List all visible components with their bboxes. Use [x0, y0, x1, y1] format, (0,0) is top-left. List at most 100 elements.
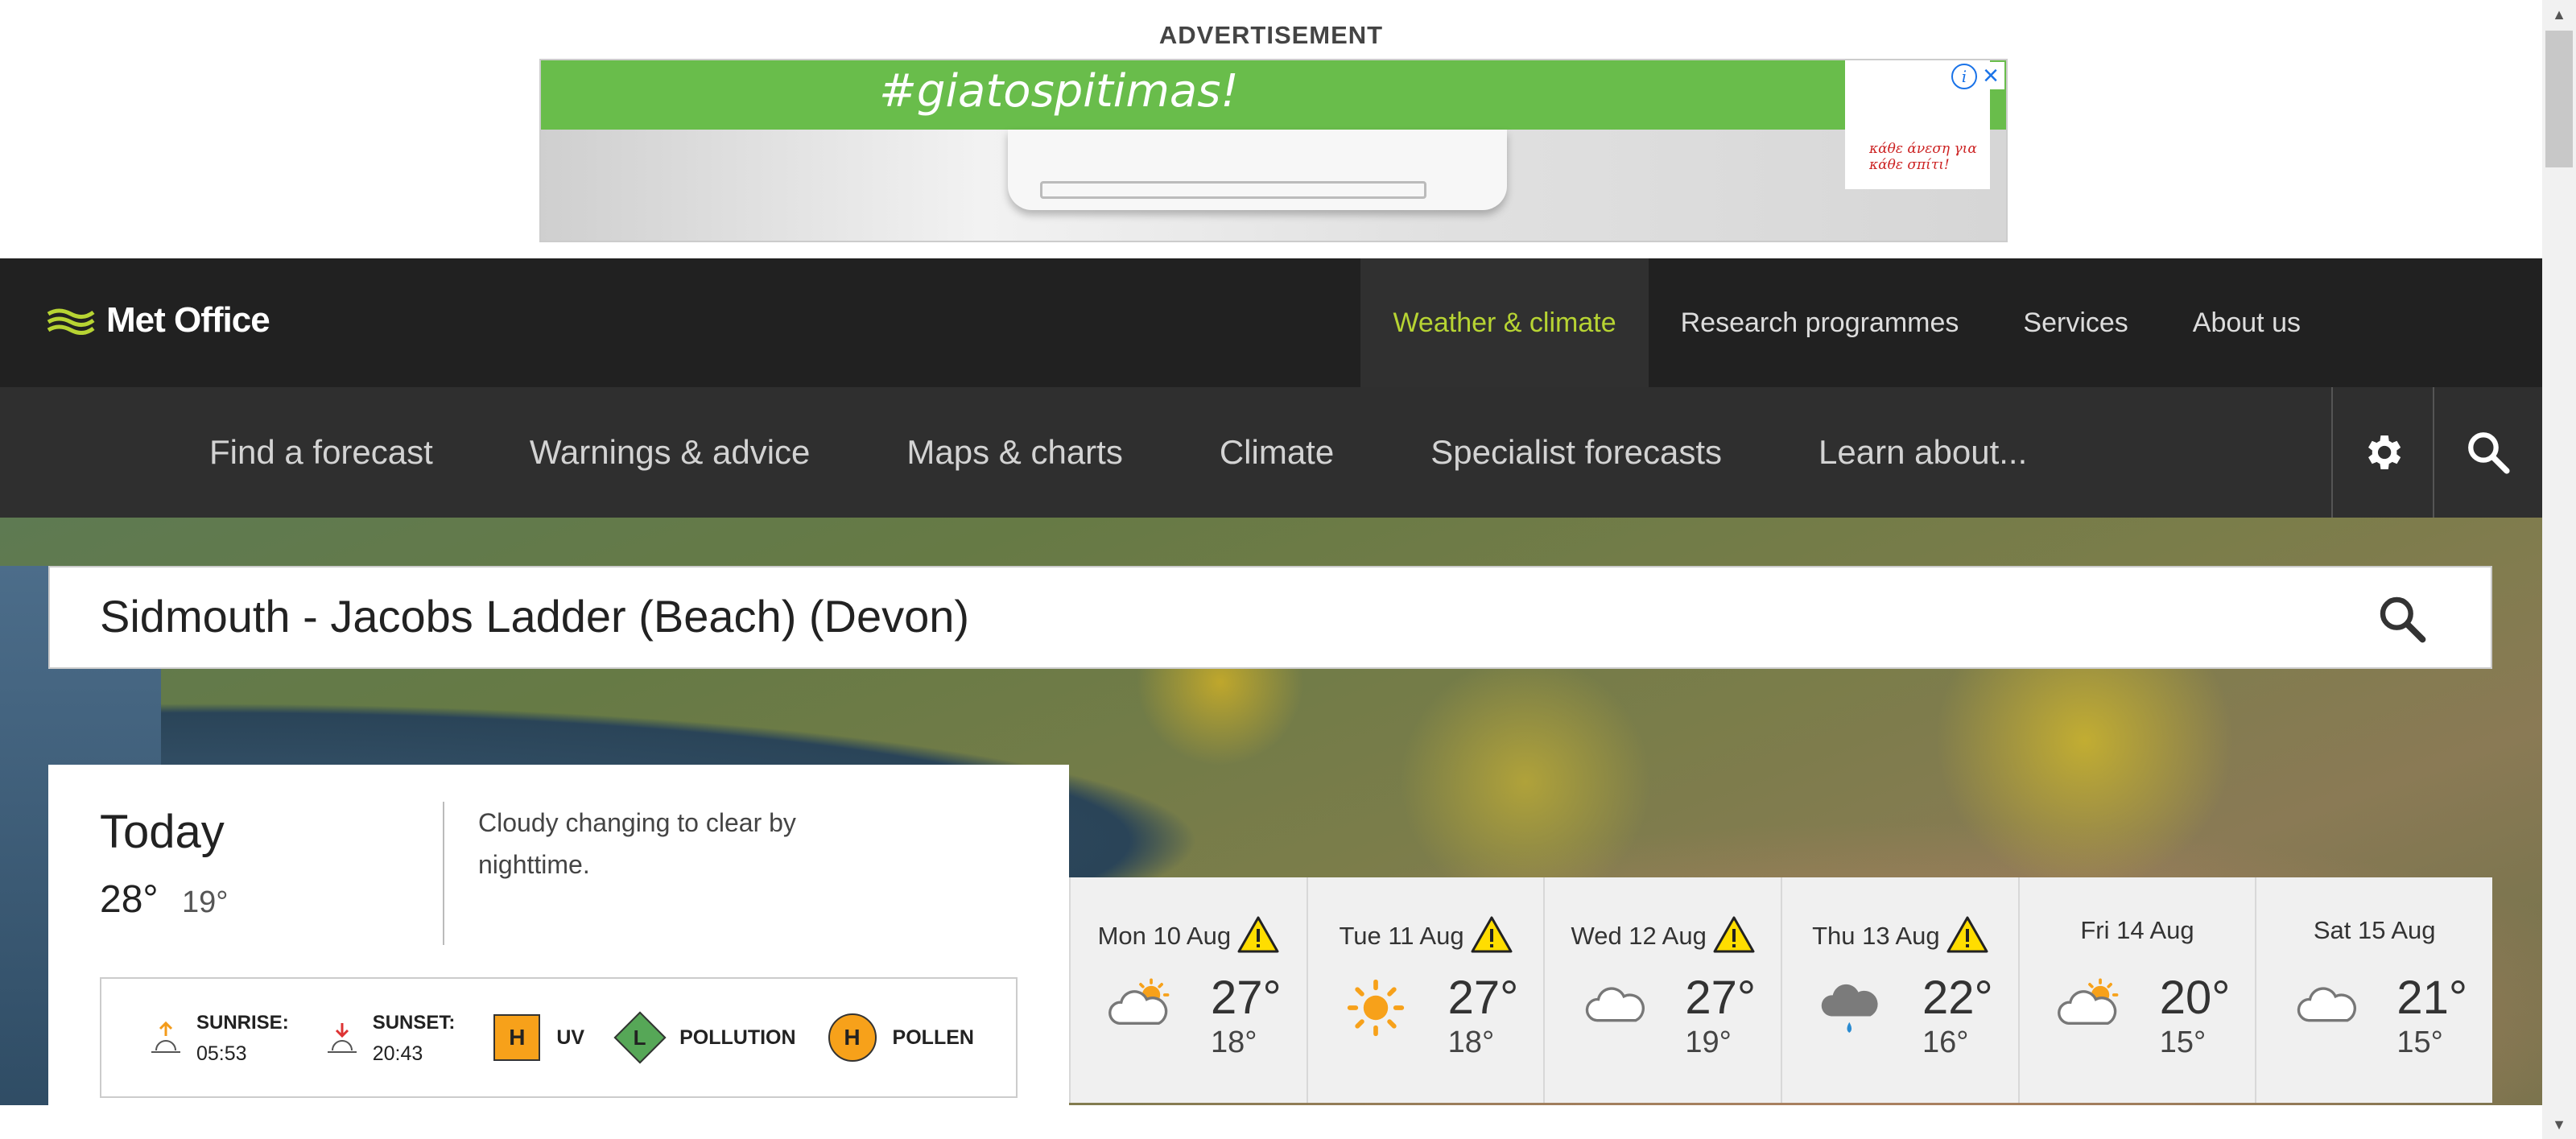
sunset-time: 20:43: [372, 1042, 423, 1065]
forecast-high-temp: 21°: [2396, 972, 2468, 1024]
sunrise-info: SUNRISE: 05:53: [150, 1007, 289, 1069]
forecast-day-label: Thu 13 Aug: [1812, 922, 1940, 951]
sunrise-time: 05:53: [196, 1042, 247, 1065]
scroll-thumb[interactable]: [2545, 31, 2573, 167]
cloudy-icon: [2293, 977, 2359, 1038]
today-low-temp: 19°: [182, 885, 229, 919]
primary-nav: Weather & climate Research programmes Se…: [1360, 258, 2542, 387]
ad-green-strip: #giatospitimas!: [541, 60, 2006, 130]
sunrise-icon: [151, 1021, 180, 1053]
location-search-field[interactable]: Sidmouth - Jacobs Ladder (Beach) (Devon): [48, 566, 2492, 669]
forecast-day-tab[interactable]: Sat 15 Aug 21° 15°: [2255, 877, 2493, 1103]
sunny-icon: [1345, 977, 1406, 1042]
location-search-icon[interactable]: [2376, 593, 2428, 645]
cloudy-icon: [1582, 977, 1648, 1038]
forecast-low-temp: 18°: [1447, 1026, 1495, 1059]
top-navigation-bar: Met Office Weather & climate Research pr…: [0, 258, 2542, 387]
search-toggle-button[interactable]: [2433, 387, 2542, 518]
ad-info-icon[interactable]: i: [1951, 64, 1977, 89]
forecast-day-name: Thu 13 Aug: [1782, 916, 2018, 959]
ad-brand-text: κάθε άνεση για κάθε σπίτι!: [1869, 141, 1977, 173]
nav-warnings-advice[interactable]: Warnings & advice: [481, 387, 859, 518]
light-rain-icon: [1819, 977, 1885, 1047]
forecast-high-temp: 27°: [1447, 972, 1519, 1024]
forecast-low-temp: 15°: [2159, 1026, 2207, 1059]
forecast-day-name: Wed 12 Aug: [1545, 916, 1781, 959]
forecast-low-temp: 19°: [1685, 1026, 1732, 1059]
uv-label: UV: [556, 1026, 585, 1049]
nav-weather-climate[interactable]: Weather & climate: [1360, 258, 1649, 387]
warning-icon[interactable]: [1471, 916, 1513, 959]
sunset-label: SUNSET:: [372, 1011, 456, 1034]
today-title: Today: [100, 806, 225, 858]
forecast-day-label: Tue 11 Aug: [1339, 922, 1464, 951]
location-search-value: Sidmouth - Jacobs Ladder (Beach) (Devon): [100, 591, 970, 642]
forecast-day-tab[interactable]: Wed 12 Aug 27° 19°: [1543, 877, 1781, 1103]
forecast-day-tab[interactable]: Mon 10 Aug 27° 18°: [1069, 877, 1307, 1103]
forecast-day-name: Tue 11 Aug: [1308, 916, 1544, 959]
met-office-logo[interactable]: Met Office: [47, 300, 270, 340]
forecast-high-temp: 27°: [1685, 972, 1757, 1024]
pollen-index[interactable]: H POLLEN: [828, 1013, 974, 1062]
nav-maps-charts[interactable]: Maps & charts: [858, 387, 1170, 518]
uv-level-badge: H: [493, 1014, 541, 1061]
nav-learn-about[interactable]: Learn about...: [1770, 387, 2075, 518]
forecast-day-label: Mon 10 Aug: [1097, 922, 1232, 951]
ad-close-icon[interactable]: ×: [1977, 62, 2004, 89]
ad-tagline: #giatospitimas!: [879, 65, 1239, 118]
today-info-box: SUNRISE: 05:53 SUNSET: 20:43 H UV L POLL…: [100, 977, 1018, 1098]
ad-label: ADVERTISEMENT: [1158, 21, 1384, 49]
today-divider: [443, 802, 444, 945]
sunset-icon: [327, 1023, 357, 1053]
pollution-level-badge: L: [613, 1011, 667, 1064]
sunny-intervals-icon: [1108, 977, 1174, 1038]
warning-icon[interactable]: [1713, 916, 1755, 959]
uv-index[interactable]: H UV: [493, 1014, 584, 1061]
today-high-temp: 28°: [100, 878, 159, 921]
forecast-high-temp: 22°: [1922, 972, 1993, 1024]
secondary-nav: Find a forecast Warnings & advice Maps &…: [161, 387, 2075, 518]
search-icon: [2468, 432, 2510, 474]
forecast-day-label: Sat 15 Aug: [2313, 916, 2436, 944]
gear-icon: [2368, 435, 2401, 469]
forecast-day-tab[interactable]: Thu 13 Aug 22° 16°: [1781, 877, 2018, 1103]
warning-icon[interactable]: [1237, 916, 1279, 959]
warning-icon[interactable]: [1946, 916, 1988, 959]
forecast-days: Mon 10 Aug 27° 18° Tue 11 Aug 27° 18° Wed 12 A…: [1069, 877, 2493, 1103]
advertisement-banner[interactable]: #giatospitimas! κάθε άνεση για κάθε σπίτ…: [539, 59, 2008, 242]
pollution-level: L: [634, 1025, 647, 1050]
settings-button[interactable]: [2331, 387, 2433, 518]
page-scrollbar[interactable]: ▲ ▼: [2542, 0, 2576, 1139]
pollen-level-badge: H: [828, 1013, 877, 1062]
forecast-low-temp: 15°: [2396, 1026, 2443, 1059]
nav-research-programmes[interactable]: Research programmes: [1649, 258, 1992, 387]
sunny-intervals-icon: [2057, 977, 2123, 1038]
logo-text: Met Office: [106, 300, 270, 340]
nav-specialist-forecasts[interactable]: Specialist forecasts: [1382, 387, 1770, 518]
today-description: Cloudy changing to clear by nighttime.: [478, 808, 796, 879]
pollen-label: POLLEN: [892, 1026, 974, 1049]
forecast-day-label: Wed 12 Aug: [1571, 922, 1707, 951]
forecast-day-name: Sat 15 Aug: [2256, 916, 2492, 945]
forecast-day-name: Fri 14 Aug: [2020, 916, 2256, 945]
pollution-label: POLLUTION: [679, 1026, 796, 1049]
forecast-day-label: Fri 14 Aug: [2080, 916, 2194, 944]
scroll-down-arrow[interactable]: ▼: [2542, 1110, 2576, 1139]
nav-services[interactable]: Services: [1991, 258, 2160, 387]
forecast-day-name: Mon 10 Aug: [1071, 916, 1307, 959]
forecast-day-tab[interactable]: Tue 11 Aug 27° 18°: [1306, 877, 1544, 1103]
nav-climate[interactable]: Climate: [1171, 387, 1382, 518]
forecast-low-temp: 16°: [1922, 1026, 1969, 1059]
nav-about-us[interactable]: About us: [2161, 258, 2542, 387]
forecast-high-temp: 27°: [1211, 972, 1282, 1024]
forecast-low-temp: 18°: [1211, 1026, 1257, 1059]
nav-find-a-forecast[interactable]: Find a forecast: [161, 387, 481, 518]
forecast-high-temp: 20°: [2159, 972, 2231, 1024]
met-office-logo-icon: [47, 308, 95, 335]
secondary-navigation-bar: Find a forecast Warnings & advice Maps &…: [0, 387, 2542, 518]
sunset-info: SUNSET: 20:43: [326, 1007, 456, 1069]
pollution-index[interactable]: L POLLUTION: [613, 1011, 796, 1064]
sunrise-label: SUNRISE:: [196, 1011, 289, 1034]
scroll-up-arrow[interactable]: ▲: [2542, 0, 2576, 29]
forecast-day-tab[interactable]: Fri 14 Aug 20° 15°: [2017, 877, 2256, 1103]
